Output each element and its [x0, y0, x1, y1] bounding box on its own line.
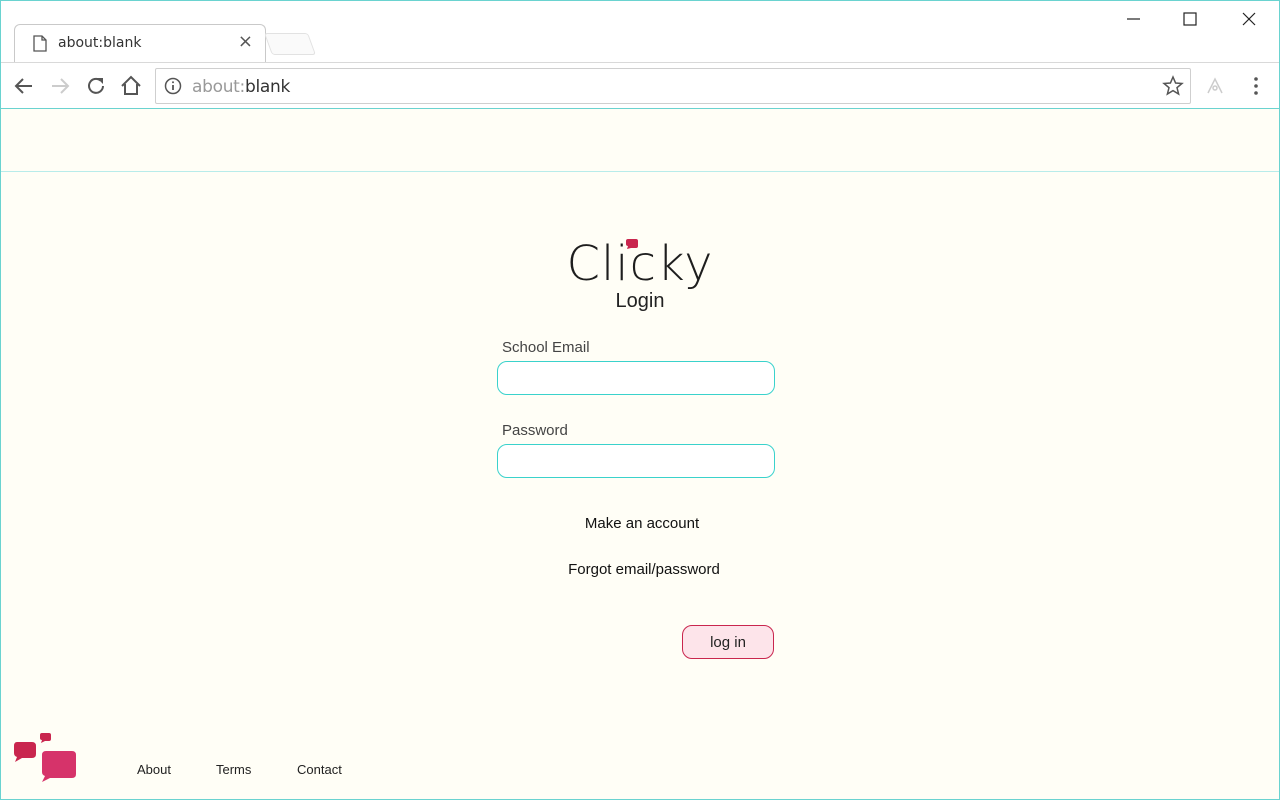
- browser-tab[interactable]: about:blank ×: [14, 24, 266, 62]
- footer-logo-icon[interactable]: [12, 732, 80, 784]
- extension-icon[interactable]: [1204, 75, 1226, 97]
- menu-icon[interactable]: [1245, 75, 1267, 97]
- url-prefix: about:: [192, 77, 245, 97]
- close-icon[interactable]: ×: [238, 31, 253, 52]
- footer-link-terms[interactable]: Terms: [216, 762, 251, 777]
- url-text: about:blank: [192, 77, 290, 97]
- browser-chrome: about:blank × about:blank: [0, 0, 1280, 108]
- info-icon[interactable]: [164, 77, 182, 95]
- back-icon[interactable]: [11, 73, 37, 99]
- document-icon: [33, 35, 47, 52]
- new-tab-button[interactable]: [263, 33, 317, 55]
- address-bar[interactable]: about:blank: [155, 68, 1191, 104]
- password-field[interactable]: [497, 444, 775, 478]
- page-header: [0, 108, 1280, 172]
- maximize-icon[interactable]: [1178, 8, 1202, 30]
- logo-dot-icon: [626, 239, 638, 249]
- forward-icon[interactable]: [47, 73, 73, 99]
- browser-toolbar: about:blank: [0, 62, 1280, 109]
- page-title: Login: [615, 290, 665, 312]
- password-label: Password: [502, 422, 568, 439]
- make-account-link[interactable]: Make an account: [0, 515, 1280, 532]
- login-button[interactable]: log in: [682, 625, 774, 659]
- email-field[interactable]: [497, 361, 775, 395]
- forgot-password-link[interactable]: Forgot email/password: [0, 561, 1280, 578]
- url-main: blank: [244, 77, 291, 97]
- footer-link-contact[interactable]: Contact: [297, 762, 342, 777]
- tab-title: about:blank: [58, 35, 142, 51]
- footer-link-about[interactable]: About: [137, 762, 171, 777]
- window-close-icon[interactable]: [1237, 8, 1261, 30]
- home-icon[interactable]: [118, 73, 144, 99]
- email-label: School Email: [502, 339, 590, 356]
- reload-icon[interactable]: [83, 73, 109, 99]
- logo-wordmark: Clicky: [566, 236, 714, 292]
- star-icon[interactable]: [1162, 75, 1184, 97]
- minimize-icon[interactable]: [1122, 8, 1146, 30]
